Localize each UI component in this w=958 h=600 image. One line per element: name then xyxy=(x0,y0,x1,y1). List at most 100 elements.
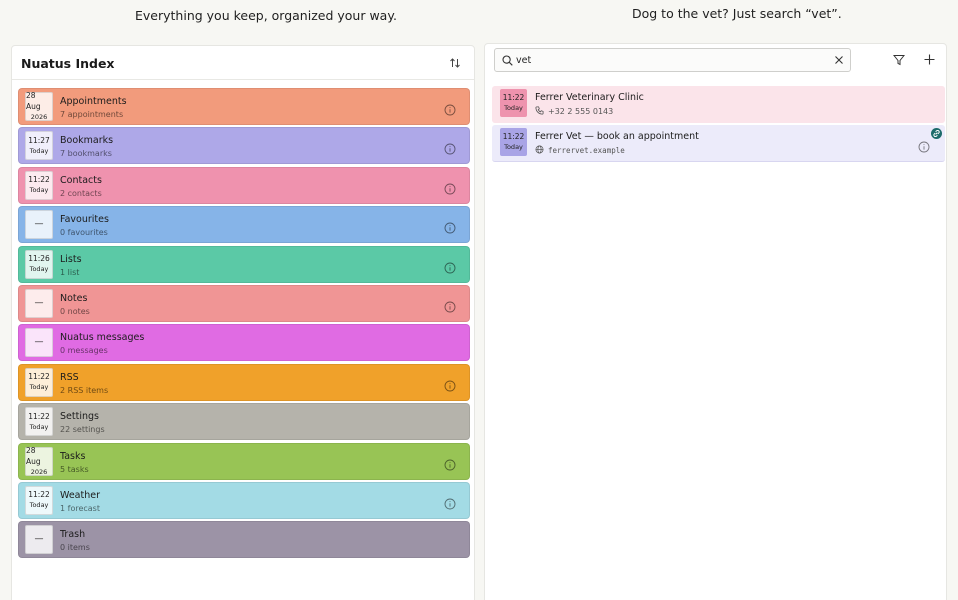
stamp-primary: 11:22 xyxy=(28,175,50,185)
index-row-nuatus-messages[interactable]: — Nuatus messages 0 messages xyxy=(18,324,470,362)
info-icon[interactable] xyxy=(444,456,456,470)
date-stamp: 11:22 Today xyxy=(25,170,53,200)
index-row-count: 2 RSS items xyxy=(60,385,109,395)
stamp-secondary: Today xyxy=(29,501,49,510)
stamp-primary: 11:22 xyxy=(28,411,50,421)
stamp-secondary: Today xyxy=(504,104,523,112)
link-icon xyxy=(931,128,942,139)
index-list: 28 Aug 2026 Appointments 7 appointments 11:2… xyxy=(18,88,470,561)
stamp-secondary: Today xyxy=(29,186,49,195)
date-stamp: 11:22 Today xyxy=(25,367,53,397)
info-icon[interactable] xyxy=(444,180,456,195)
index-row-label: Weather xyxy=(60,489,100,501)
info-icon[interactable] xyxy=(918,138,930,157)
close-icon[interactable] xyxy=(834,55,844,65)
index-row-label: Notes xyxy=(60,292,88,304)
stamp-primary: — xyxy=(34,534,44,545)
filter-icon[interactable] xyxy=(893,54,905,66)
search-input[interactable] xyxy=(516,52,816,68)
right-caption: Dog to the vet? Just search “vet”. xyxy=(632,6,842,21)
index-row-count: 5 tasks xyxy=(60,464,89,474)
index-row-lists[interactable]: 11:26 Today Lists 1 list xyxy=(18,245,470,283)
index-row-count: 7 appointments xyxy=(60,110,124,119)
stamp-primary: 28 Aug xyxy=(26,445,41,466)
index-row-count: 0 items xyxy=(60,543,90,553)
globe-icon xyxy=(535,145,544,156)
index-row-count: 7 bookmarks xyxy=(60,149,112,159)
date-stamp: 11:27 Today xyxy=(25,131,53,161)
index-row-appointments[interactable]: 28 Aug 2026 Appointments 7 appointments xyxy=(18,88,470,125)
date-stamp: 11:22 Today xyxy=(500,89,527,117)
index-row-label: Trash xyxy=(60,529,86,541)
index-row-label: RSS xyxy=(60,371,79,383)
index-row-label: Contacts xyxy=(60,174,102,186)
stamp-primary: 11:22 xyxy=(28,490,50,500)
index-row-label: Nuatus messages xyxy=(60,332,145,344)
index-row-count: 0 favourites xyxy=(60,228,108,238)
info-icon[interactable] xyxy=(444,495,456,510)
result-title: Ferrer Veterinary Clinic xyxy=(535,92,644,103)
date-stamp: 11:26 Today xyxy=(25,249,53,279)
index-row-count: 2 contacts xyxy=(60,188,102,198)
index-row-trash[interactable]: — Trash 0 items xyxy=(18,521,470,559)
index-row-label: Appointments xyxy=(60,96,127,107)
date-stamp: 28 Aug 2026 xyxy=(25,91,53,121)
index-title: Nuatus Index xyxy=(21,56,115,71)
search-result[interactable]: 11:22 Today Ferrer Vet — book an appointme… xyxy=(492,125,945,162)
index-row-notes[interactable]: — Notes 0 notes xyxy=(18,284,470,322)
stamp-secondary: Today xyxy=(504,143,523,151)
date-stamp: 11:22 Today xyxy=(25,485,53,515)
left-caption: Everything you keep, organized your way. xyxy=(135,8,397,23)
index-row-favourites[interactable]: — Favourites 0 favourites xyxy=(18,206,470,244)
stamp-primary: 11:22 xyxy=(28,372,50,382)
index-panel: Nuatus Index 28 Aug 2026 Appointments 7 app… xyxy=(11,45,475,600)
result-detail-text: +32 2 555 0143 xyxy=(548,107,614,116)
index-row-count: 0 notes xyxy=(60,306,90,316)
info-icon[interactable] xyxy=(444,219,456,234)
stamp-primary: 11:22 xyxy=(502,93,525,102)
info-icon[interactable] xyxy=(444,140,456,155)
stamp-primary: — xyxy=(34,297,44,308)
sort-arrows-icon xyxy=(450,58,460,68)
index-row-tasks[interactable]: 28 Aug 2026 Tasks 5 tasks xyxy=(18,442,470,480)
result-title: Ferrer Vet — book an appointment xyxy=(535,131,699,142)
date-stamp: 28 Aug 2026 xyxy=(25,445,53,476)
search-panel: 11:22 Today Ferrer Veterinary Clinic +32 2 … xyxy=(484,43,947,600)
index-row-bookmarks[interactable]: 11:27 Today Bookmarks 7 bookmarks xyxy=(18,127,470,165)
index-row-contacts[interactable]: 11:22 Today Contacts 2 contacts xyxy=(18,166,470,204)
result-detail: +32 2 555 0143 xyxy=(535,106,613,117)
index-header: Nuatus Index xyxy=(12,46,474,80)
search-icon xyxy=(502,55,513,66)
info-icon[interactable] xyxy=(444,298,456,313)
stamp-primary: 11:22 xyxy=(502,132,525,141)
info-icon[interactable] xyxy=(444,377,456,392)
index-row-settings[interactable]: 11:22 Today Settings 22 settings xyxy=(18,403,470,441)
stamp-primary: 28 Aug xyxy=(26,91,41,111)
stamp-secondary: 2026 xyxy=(30,113,48,121)
stamp-primary: 11:26 xyxy=(28,254,50,264)
index-row-label: Lists xyxy=(60,253,82,265)
sort-button[interactable] xyxy=(446,54,464,72)
index-row-label: Settings xyxy=(60,411,99,423)
info-icon[interactable] xyxy=(444,259,456,274)
phone-icon xyxy=(535,106,544,117)
date-stamp: 11:22 Today xyxy=(25,407,53,437)
date-stamp: — xyxy=(25,328,53,358)
index-row-label: Bookmarks xyxy=(60,135,114,147)
plus-icon[interactable] xyxy=(924,54,935,65)
index-row-count: 22 settings xyxy=(60,425,105,435)
index-row-weather[interactable]: 11:22 Today Weather 1 forecast xyxy=(18,481,470,519)
info-icon[interactable] xyxy=(444,101,456,116)
stamp-secondary: Today xyxy=(29,383,49,392)
result-detail-text: ferrervet.example xyxy=(548,146,625,155)
date-stamp: — xyxy=(25,525,53,555)
search-box[interactable] xyxy=(494,48,851,72)
stamp-primary: 11:27 xyxy=(28,135,50,145)
index-row-rss[interactable]: 11:22 Today RSS 2 RSS items xyxy=(18,363,470,401)
index-row-label: Favourites xyxy=(60,214,109,226)
search-result[interactable]: 11:22 Today Ferrer Veterinary Clinic +32 2 … xyxy=(492,86,945,123)
date-stamp: — xyxy=(25,210,53,240)
stamp-secondary: 2026 xyxy=(30,467,48,476)
index-row-count: 0 messages xyxy=(60,346,108,356)
search-results: 11:22 Today Ferrer Veterinary Clinic +32 2 … xyxy=(492,86,945,164)
